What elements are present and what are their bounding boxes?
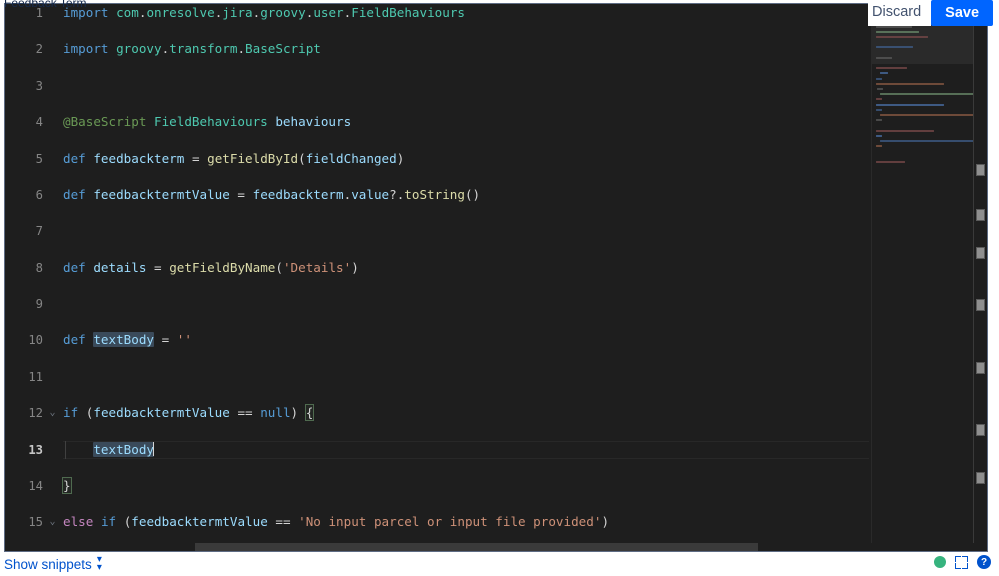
code-line[interactable]: 8 def details = getFieldByName('Details') <box>5 259 869 277</box>
code-editor[interactable]: 1import com.onresolve.jira.groovy.user.F… <box>4 3 988 552</box>
code-text: def textBody = '' <box>63 331 192 349</box>
code-text: } <box>63 477 71 495</box>
minimap-line <box>876 83 944 85</box>
save-button[interactable]: Save <box>931 0 993 26</box>
line-number: 7 <box>5 222 43 240</box>
line-number: 4 <box>5 113 43 131</box>
minimap-line <box>876 57 892 59</box>
line-number: 5 <box>5 150 43 168</box>
line-number: 15 <box>5 513 43 531</box>
line-number: 10 <box>5 331 43 349</box>
field-label: Feedback Term <box>4 0 86 10</box>
line-number: 8 <box>5 259 43 277</box>
minimap-line <box>880 140 974 142</box>
code-line[interactable]: 2 import groovy.transform.BaseScript <box>5 40 869 58</box>
overview-ruler[interactable] <box>973 4 987 543</box>
code-line[interactable]: 9 <box>5 295 869 313</box>
code-text: else if (feedbacktermtValue == 'No input… <box>63 513 609 531</box>
expand-fullscreen-icon[interactable] <box>955 556 968 569</box>
code-editor-body[interactable]: 1import com.onresolve.jira.groovy.user.F… <box>5 4 987 551</box>
ruler-match-marker[interactable] <box>976 299 985 311</box>
line-number: 3 <box>5 77 43 95</box>
minimap-line <box>876 119 882 121</box>
editor-status-icons: ? <box>934 555 991 569</box>
ruler-match-marker[interactable] <box>976 362 985 374</box>
ruler-match-marker[interactable] <box>976 424 985 436</box>
fold-chevron-icon[interactable]: ⌄ <box>47 404 58 422</box>
code-line[interactable]: 11 <box>5 368 869 386</box>
text-cursor <box>153 442 154 456</box>
code-text: def feedbacktermtValue = feedbackterm.va… <box>63 186 480 204</box>
minimap-line <box>876 78 882 80</box>
discard-button[interactable]: Discard <box>868 0 931 26</box>
line-number: 9 <box>5 295 43 313</box>
editor-bottom-bar: Show snippets ▾▾ ? <box>0 553 999 576</box>
code-line[interactable]: 10 def textBody = '' <box>5 331 869 349</box>
fold-chevron-icon[interactable]: ⌄ <box>47 513 58 531</box>
minimap-line <box>880 93 974 95</box>
minimap-line <box>880 72 888 74</box>
ruler-match-marker[interactable] <box>976 247 985 259</box>
status-indicator-dot <box>934 556 946 568</box>
code-line[interactable]: 13 textBody <box>5 441 869 459</box>
minimap-line <box>876 130 934 132</box>
show-snippets-label: Show snippets <box>4 557 92 572</box>
code-line[interactable]: 4 @BaseScript FieldBehaviours behaviours <box>5 113 869 131</box>
code-line[interactable]: 7 <box>5 222 869 240</box>
line-number: 6 <box>5 186 43 204</box>
code-line[interactable]: 3 <box>5 77 869 95</box>
code-line[interactable]: 6 def feedbacktermtValue = feedbackterm.v… <box>5 186 869 204</box>
code-text: import com.onresolve.jira.groovy.user.Fi… <box>63 4 465 22</box>
ruler-match-marker[interactable] <box>976 209 985 221</box>
ruler-match-marker[interactable] <box>976 164 985 176</box>
line-number: 11 <box>5 368 43 386</box>
minimap-line <box>876 67 907 69</box>
behaviour-script-editor-panel: Feedback Term 1import com.onresolve.jira… <box>0 0 999 576</box>
minimap-line <box>877 88 883 90</box>
minimap-line <box>876 31 919 33</box>
minimap-line <box>880 114 974 116</box>
editor-action-buttons: Discard Save <box>868 0 993 26</box>
minimap-line <box>876 104 944 106</box>
current-line-highlight <box>63 441 869 459</box>
minimap-line <box>876 135 882 137</box>
code-text: if (feedbacktermtValue == null) { <box>63 404 313 422</box>
line-number: 14 <box>5 477 43 495</box>
line-number: 12 <box>5 404 43 422</box>
ruler-match-marker[interactable] <box>976 472 985 484</box>
show-snippets-link[interactable]: Show snippets ▾▾ <box>4 556 102 572</box>
minimap-line <box>876 36 928 38</box>
minimap[interactable] <box>871 4 974 543</box>
code-text: textBody <box>63 441 154 459</box>
code-line[interactable]: 14} <box>5 477 869 495</box>
minimap-line <box>876 109 882 111</box>
horizontal-scrollbar-thumb[interactable] <box>195 543 758 551</box>
code-line[interactable]: 15⌄ else if (feedbacktermtValue == 'No in… <box>5 513 869 531</box>
help-icon[interactable]: ? <box>977 555 991 569</box>
code-line[interactable]: 5 def feedbackterm = getFieldById(fieldCh… <box>5 150 869 168</box>
minimap-line <box>876 98 882 100</box>
minimap-line <box>876 145 882 147</box>
code-text: def details = getFieldByName('Details') <box>63 259 359 277</box>
code-text: @BaseScript FieldBehaviours behaviours <box>63 113 351 131</box>
minimap-line <box>876 161 905 163</box>
code-text: def feedbackterm = getFieldById(fieldCha… <box>63 150 404 168</box>
code-text: import groovy.transform.BaseScript <box>63 40 321 58</box>
horizontal-scrollbar[interactable] <box>5 543 987 551</box>
line-number: 13 <box>5 441 43 459</box>
code-lines-container[interactable]: 1import com.onresolve.jira.groovy.user.F… <box>5 4 869 543</box>
code-line[interactable]: 1import com.onresolve.jira.groovy.user.F… <box>5 4 869 22</box>
code-line[interactable]: 12⌄ if (feedbacktermtValue == null) { <box>5 404 869 422</box>
line-number: 2 <box>5 40 43 58</box>
double-chevron-down-icon: ▾▾ <box>97 556 102 572</box>
